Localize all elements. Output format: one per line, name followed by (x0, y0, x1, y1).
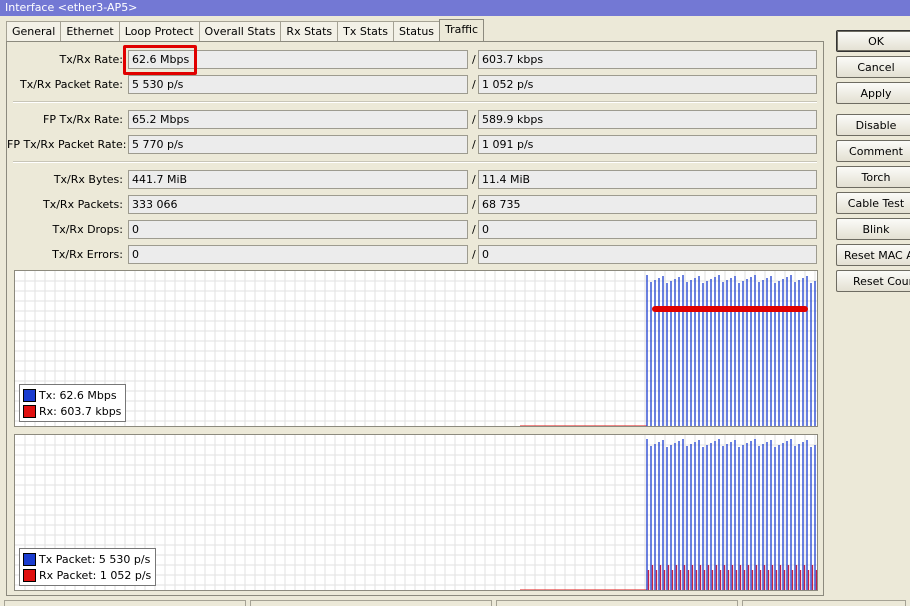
tab-general[interactable]: General (6, 21, 62, 41)
separator: / (472, 248, 476, 261)
tab-rx-stats[interactable]: Rx Stats (280, 21, 339, 41)
separator: / (472, 53, 476, 66)
torch-button[interactable]: Torch (836, 166, 910, 188)
status-cell (496, 600, 738, 606)
tx-rx-bytes-row: Tx/Rx Bytes: 441.7 MiB / 11.4 MiB (7, 170, 825, 189)
rx-bytes-field[interactable]: 11.4 MiB (478, 170, 817, 189)
fp-rx-rate-field[interactable]: 589.9 kbps (478, 110, 817, 129)
tx-rx-packet-rate-label: Tx/Rx Packet Rate: (20, 78, 123, 91)
rx-errors-field[interactable]: 0 (478, 245, 817, 264)
tx-packet-rate-field[interactable]: 5 530 p/s (128, 75, 468, 94)
tx-packet-color-swatch (23, 552, 36, 566)
tx-rx-bytes-label: Tx/Rx Bytes: (53, 173, 123, 186)
separator: / (472, 138, 476, 151)
legend-item-rx: Rx: 603.7 kbps (23, 403, 121, 419)
packet-graph: Tx Packet: 5 530 p/s Rx Packet: 1 052 p/… (14, 434, 818, 591)
legend-item-rx-packet: Rx Packet: 1 052 p/s (23, 567, 151, 583)
status-cell (742, 600, 906, 606)
tx-rx-errors-label: Tx/Rx Errors: (52, 248, 123, 261)
tx-errors-field[interactable]: 0 (128, 245, 468, 264)
rx-packet-color-swatch (23, 568, 36, 582)
packet-legend: Tx Packet: 5 530 p/s Rx Packet: 1 052 p/… (19, 548, 157, 586)
disable-button[interactable]: Disable (836, 114, 910, 136)
separator: / (472, 173, 476, 186)
traffic-graph: Tx: 62.6 Mbps Rx: 603.7 kbps (14, 270, 818, 427)
legend-tx-name: Tx: (39, 388, 56, 402)
tx-color-swatch (23, 388, 36, 402)
status-cell (250, 600, 492, 606)
tx-rx-packets-row: Tx/Rx Packets: 333 066 / 68 735 (7, 195, 825, 214)
tx-rx-packets-label: Tx/Rx Packets: (42, 198, 123, 211)
legend-tx-packet-value: 5 530 p/s (98, 552, 151, 566)
tab-traffic[interactable]: Traffic (439, 19, 485, 41)
tab-tx-stats[interactable]: Tx Stats (337, 21, 394, 41)
fp-tx-rx-rate-row: FP Tx/Rx Rate: 65.2 Mbps / 589.9 kbps (7, 110, 825, 129)
tab-ethernet[interactable]: Ethernet (60, 21, 120, 41)
fp-tx-rate-field[interactable]: 65.2 Mbps (128, 110, 468, 129)
separator: / (472, 198, 476, 211)
fp-tx-packet-rate-field[interactable]: 5 770 p/s (128, 135, 468, 154)
divider (13, 161, 817, 163)
tab-overall-stats[interactable]: Overall Stats (198, 21, 282, 41)
reset-counters-button[interactable]: Reset Counters (836, 270, 910, 292)
separator: / (472, 113, 476, 126)
legend-tx-packet-name: Tx Packet: (39, 552, 96, 566)
tx-rx-drops-label: Tx/Rx Drops: (52, 223, 124, 236)
comment-button[interactable]: Comment (836, 140, 910, 162)
legend-rx-value: 603.7 kbps (60, 404, 122, 418)
tx-rx-drops-row: Tx/Rx Drops: 0 / 0 (7, 220, 825, 239)
separator: / (472, 78, 476, 91)
apply-button[interactable]: Apply (836, 82, 910, 104)
fp-tx-rx-rate-label: FP Tx/Rx Rate: (43, 113, 123, 126)
tab-bar: General Ethernet Loop Protect Overall St… (6, 19, 485, 41)
status-cell (4, 600, 246, 606)
tx-rx-packet-rate-row: Tx/Rx Packet Rate: 5 530 p/s / 1 052 p/s (7, 75, 825, 94)
legend-rx-packet-name: Rx Packet: (39, 568, 97, 582)
rx-packets-field[interactable]: 68 735 (478, 195, 817, 214)
rx-drops-field[interactable]: 0 (478, 220, 817, 239)
divider (13, 101, 817, 103)
legend-rx-name: Rx: (39, 404, 57, 418)
rx-packet-rate-field[interactable]: 1 052 p/s (478, 75, 817, 94)
tx-packets-field[interactable]: 333 066 (128, 195, 468, 214)
legend-item-tx: Tx: 62.6 Mbps (23, 387, 121, 403)
tx-drops-field[interactable]: 0 (128, 220, 468, 239)
traffic-graph-canvas (15, 271, 817, 426)
blink-button[interactable]: Blink (836, 218, 910, 240)
ok-button[interactable]: OK (836, 30, 910, 52)
fp-tx-rx-packet-rate-label: FP Tx/Rx Packet Rate: (7, 138, 127, 151)
tx-bytes-field[interactable]: 441.7 MiB (128, 170, 468, 189)
window-title: Interface <ether3-AP5> (0, 0, 910, 16)
tx-rx-rate-label: Tx/Rx Rate: (59, 53, 123, 66)
rx-rate-field[interactable]: 603.7 kbps (478, 50, 817, 69)
fp-tx-rx-packet-rate-row: FP Tx/Rx Packet Rate: 5 770 p/s / 1 091 … (7, 135, 825, 154)
cancel-button[interactable]: Cancel (836, 56, 910, 78)
tab-status[interactable]: Status (392, 21, 441, 41)
reset-mac-address-button[interactable]: Reset MAC Address (836, 244, 910, 266)
traffic-panel: Tx/Rx Rate: 62.6 Mbps / 603.7 kbps Tx/Rx… (6, 41, 824, 596)
legend-rx-packet-value: 1 052 p/s (99, 568, 152, 582)
fp-rx-packet-rate-field[interactable]: 1 091 p/s (478, 135, 817, 154)
rx-color-swatch (23, 404, 36, 418)
legend-tx-value: 62.6 Mbps (59, 388, 117, 402)
tab-loop-protect[interactable]: Loop Protect (118, 21, 200, 41)
separator: / (472, 223, 476, 236)
tx-rx-errors-row: Tx/Rx Errors: 0 / 0 (7, 245, 825, 264)
traffic-legend: Tx: 62.6 Mbps Rx: 603.7 kbps (19, 384, 127, 422)
status-bar (0, 600, 910, 606)
cable-test-button[interactable]: Cable Test (836, 192, 910, 214)
highlight-box (123, 45, 197, 75)
legend-item-tx-packet: Tx Packet: 5 530 p/s (23, 551, 151, 567)
